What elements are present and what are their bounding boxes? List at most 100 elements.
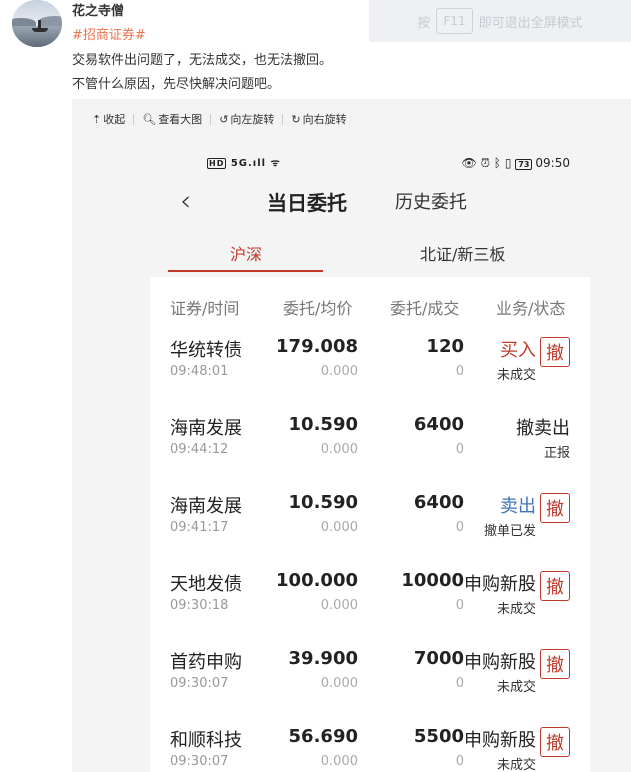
average-price: 0.000	[320, 364, 358, 379]
fullscreen-hint-suffix: 即可退出全屏模式	[478, 15, 583, 31]
collapse-icon: ⇡	[92, 112, 102, 126]
order-price: 56.690	[288, 726, 358, 747]
order-status: 正报	[543, 446, 570, 461]
column-header: 业务/状态	[496, 299, 566, 318]
filled-quantity: 0	[455, 442, 464, 457]
view-large-label: 查看大图	[158, 113, 203, 126]
order-status: 未成交	[496, 680, 536, 695]
battery-icon: 73	[515, 159, 533, 170]
rotate-left-icon: ↺	[219, 112, 229, 126]
business-type: 买入	[500, 340, 536, 361]
order-status: 未成交	[496, 758, 536, 772]
market-tabs: 沪深 北证/新三板	[150, 229, 590, 277]
active-tab-indicator	[168, 270, 323, 272]
username[interactable]: 花之寺僧	[72, 0, 124, 19]
business-type: 申购新股	[464, 730, 536, 751]
security-name: 海南发展	[170, 496, 242, 517]
nav-bar: ‹ 当日委托 历史委托	[150, 179, 590, 229]
order-status: 未成交	[496, 602, 536, 617]
average-price: 0.000	[320, 442, 358, 457]
security-name: 天地发债	[170, 574, 242, 595]
average-price: 0.000	[320, 598, 358, 613]
bluetooth-icon: ᛒ	[493, 156, 501, 170]
cancel-order-button[interactable]: 撤	[540, 727, 570, 757]
order-time: 09:44:12	[170, 442, 229, 457]
security-name: 华统转债	[170, 340, 242, 361]
tab-today-orders[interactable]: 当日委托	[267, 187, 347, 216]
status-bar: HD 5G.ıll ᯤ 👁︎ ⏰︎ ᛒ ▯ 73 09:50	[150, 139, 590, 179]
view-large-button[interactable]: 🔍︎ 查看大图	[142, 111, 202, 127]
back-icon[interactable]: ‹	[180, 184, 191, 217]
rotate-right-button[interactable]: ↻ 向右旋转	[291, 111, 346, 127]
order-status: 撤单已发	[483, 524, 536, 539]
order-price: 39.900	[288, 648, 358, 669]
collapse-label: 收起	[103, 113, 126, 126]
f11-key: F11	[436, 8, 473, 34]
phone-screenshot[interactable]: HD 5G.ıll ᯤ 👁︎ ⏰︎ ᛒ ▯ 73 09:50 ‹ 当日委托 历史委…	[150, 139, 590, 772]
cancel-order-button[interactable]: 撤	[540, 649, 570, 679]
column-header: 委托/均价	[283, 299, 353, 318]
tab-beijing-neeq[interactable]: 北证/新三板	[420, 241, 505, 265]
image-viewer-toolbar: ⇡ 收起 🔍︎ 查看大图 ↺ 向左旋转 ↻ 向右旋转	[72, 99, 631, 139]
security-name: 海南发展	[170, 418, 242, 439]
signal-indicators: HD 5G.ıll ᯤ	[207, 158, 281, 169]
rotate-right-icon: ↻	[291, 112, 301, 126]
avatar[interactable]	[12, 0, 62, 47]
order-price: 100.000	[276, 570, 358, 591]
order-quantity: 6400	[413, 414, 464, 435]
column-header: 委托/成交	[390, 299, 460, 318]
tab-history-orders[interactable]: 历史委托	[395, 188, 467, 214]
tab-shanghai-shenzhen[interactable]: 沪深	[230, 241, 262, 265]
rotate-left-button[interactable]: ↺ 向左旋转	[219, 111, 274, 127]
cancel-order-button[interactable]: 撤	[540, 571, 570, 601]
cancel-order-button[interactable]: 撤	[540, 337, 570, 367]
rotate-right-label: 向右旋转	[302, 113, 347, 126]
filled-quantity: 0	[455, 598, 464, 613]
status-right: 👁︎ ⏰︎ ᛒ ▯ 73 09:50	[462, 156, 570, 171]
average-price: 0.000	[320, 676, 358, 691]
business-type: 卖出	[500, 496, 536, 517]
order-row[interactable]: 天地发债 09:30:18 100.000 0.000 10000 0 申购新股…	[150, 570, 590, 648]
order-quantity: 5500	[413, 726, 464, 747]
average-price: 0.000	[320, 754, 358, 769]
order-row[interactable]: 海南发展 09:41:17 10.590 0.000 6400 0 卖出 撤单已…	[150, 492, 590, 570]
filled-quantity: 0	[455, 754, 464, 769]
business-type: 撤卖出	[516, 418, 570, 439]
fullscreen-hint: 按 F11 即可退出全屏模式	[369, 0, 631, 42]
avatar-boat	[32, 28, 48, 32]
collapse-button[interactable]: ⇡ 收起	[92, 111, 125, 127]
order-row[interactable]: 和顺科技 09:30:07 56.690 0.000 5500 0 申购新股 未…	[150, 726, 590, 772]
network-label: 5G	[230, 158, 248, 169]
business-type: 申购新股	[464, 652, 536, 673]
order-quantity: 120	[426, 336, 464, 357]
order-row[interactable]: 华统转债 09:48:01 179.008 0.000 120 0 买入 未成交…	[150, 336, 590, 414]
cancel-order-button[interactable]: 撤	[540, 493, 570, 523]
filled-quantity: 0	[455, 520, 464, 535]
order-time: 09:41:17	[170, 520, 229, 535]
order-row[interactable]: 海南发展 09:44:12 10.590 0.000 6400 0 撤卖出 正报	[150, 414, 590, 492]
post-text-line: 交易软件出问题了，无法成交，也无法撤回。	[72, 53, 333, 68]
order-quantity: 10000	[401, 570, 464, 591]
order-price: 10.590	[288, 414, 358, 435]
eye-icon: 👁︎	[461, 156, 477, 170]
alarm-icon: ⏰︎	[480, 156, 490, 170]
security-name: 首药申购	[170, 652, 242, 673]
order-status: 未成交	[496, 368, 536, 383]
average-price: 0.000	[320, 520, 358, 535]
filled-quantity: 0	[455, 364, 464, 379]
order-time: 09:48:01	[170, 364, 229, 379]
order-time: 09:30:18	[170, 598, 229, 613]
vibrate-icon: ▯	[504, 156, 512, 170]
order-row[interactable]: 首药申购 09:30:07 39.900 0.000 7000 0 申购新股 未…	[150, 648, 590, 726]
fullscreen-hint-prefix: 按	[417, 15, 431, 31]
order-quantity: 7000	[413, 648, 464, 669]
hashtag-link[interactable]: #招商证券#	[72, 24, 146, 43]
order-price: 179.008	[276, 336, 358, 357]
clock: 09:50	[535, 156, 570, 170]
column-header: 证券/时间	[170, 299, 240, 318]
divider	[210, 113, 212, 125]
business-type: 申购新股	[464, 574, 536, 595]
order-time: 09:30:07	[170, 754, 229, 769]
filled-quantity: 0	[455, 676, 464, 691]
order-price: 10.590	[288, 492, 358, 513]
